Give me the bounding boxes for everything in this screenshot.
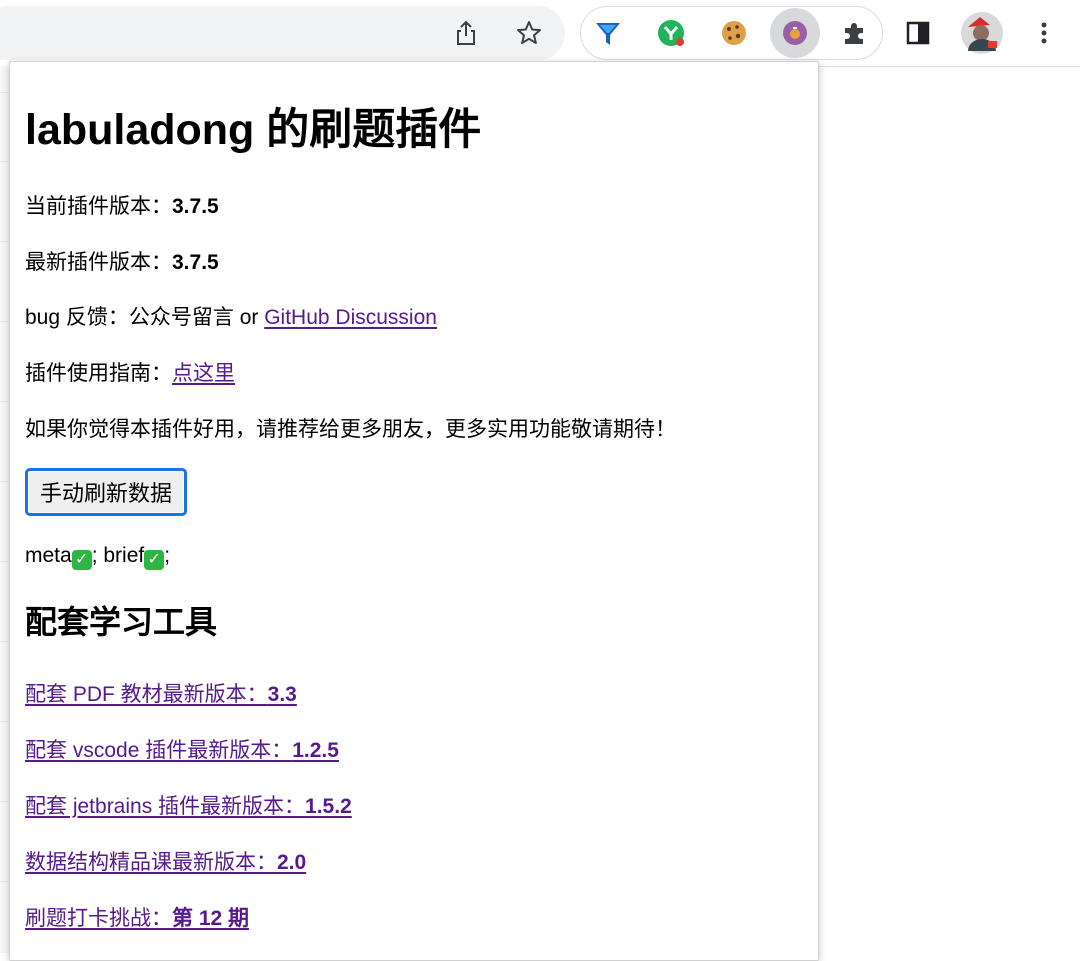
github-discussion-link[interactable]: GitHub Discussion: [264, 306, 437, 329]
tool-link-vscode-anchor[interactable]: 配套 vscode 插件最新版本：1.2.5: [25, 739, 339, 762]
status-terminator: ;: [164, 544, 171, 567]
tool-link-jetbrains[interactable]: 配套 jetbrains 插件最新版本：1.5.2: [25, 793, 352, 821]
y-extension-icon[interactable]: [651, 13, 691, 53]
brief-status-label: ; brief: [91, 544, 145, 567]
tool-label: 数据结构精品课最新版本：: [25, 851, 277, 874]
current-version-label: 当前插件版本：: [25, 195, 172, 218]
tool-link-pdf-anchor[interactable]: 配套 PDF 教材最新版本：3.3: [25, 683, 297, 706]
current-version-row: 当前插件版本：3.7.5: [25, 193, 219, 221]
bug-feedback-label: bug 反馈：公众号留言 or: [25, 306, 265, 329]
guide-link[interactable]: 点这里: [172, 362, 235, 385]
tool-value: 1.5.2: [305, 795, 352, 818]
check-icon: ✓: [144, 550, 165, 570]
popup-title: labuladong 的刷题插件: [25, 106, 482, 154]
browser-toolbar: [0, 0, 1080, 67]
tool-link-course-anchor[interactable]: 数据结构精品课最新版本：2.0: [25, 851, 306, 874]
tool-value: 3.3: [267, 683, 297, 706]
tool-link-challenge-anchor[interactable]: 刷题打卡挑战：第 12 期: [25, 907, 249, 930]
cookie-extension-icon[interactable]: [714, 13, 754, 53]
recommend-text: 如果你觉得本插件好用，请推荐给更多朋友，更多实用功能敬请期待！: [25, 418, 676, 441]
bookmark-star-icon[interactable]: [509, 13, 549, 53]
side-panel-icon[interactable]: [898, 13, 938, 53]
share-icon[interactable]: [446, 13, 486, 53]
tool-label: 配套 jetbrains 插件最新版本：: [25, 795, 306, 818]
bug-feedback-row: bug 反馈：公众号留言 or GitHub Discussion: [25, 304, 437, 332]
tool-link-pdf[interactable]: 配套 PDF 教材最新版本：3.3: [25, 681, 297, 709]
tool-label: 刷题打卡挑战：: [25, 907, 172, 930]
tool-link-course[interactable]: 数据结构精品课最新版本：2.0: [25, 849, 306, 877]
latest-version-row: 最新插件版本：3.7.5: [25, 249, 219, 277]
check-icon: ✓: [71, 550, 92, 570]
guide-row: 插件使用指南：点这里: [25, 360, 235, 388]
meta-status-label: meta: [25, 544, 72, 567]
current-version-value: 3.7.5: [172, 195, 219, 218]
tool-value: 2.0: [277, 851, 307, 874]
guide-label: 插件使用指南：: [25, 362, 172, 385]
profile-avatar[interactable]: [959, 10, 1005, 56]
refresh-data-button[interactable]: 手动刷新数据: [25, 468, 188, 516]
extension-popup: labuladong 的刷题插件 当前插件版本：3.7.5 最新插件版本：3.7…: [9, 61, 819, 961]
latest-version-label: 最新插件版本：: [25, 251, 172, 274]
tool-link-challenge[interactable]: 刷题打卡挑战：第 12 期: [25, 905, 249, 933]
status-row: meta ✓; brief ✓;: [25, 542, 170, 570]
tool-label: 配套 PDF 教材最新版本：: [25, 683, 268, 706]
leetcode-extension-icon[interactable]: [770, 8, 820, 58]
extensions-puzzle-icon[interactable]: [834, 13, 874, 53]
tool-label: 配套 vscode 插件最新版本：: [25, 739, 293, 762]
tool-value: 1.2.5: [292, 739, 339, 762]
tools-heading: 配套学习工具: [25, 604, 218, 640]
menu-kebab-icon[interactable]: [1024, 13, 1064, 53]
latest-version-value: 3.7.5: [172, 251, 219, 274]
tool-value: 第 12 期: [172, 907, 250, 930]
tool-link-jetbrains-anchor[interactable]: 配套 jetbrains 插件最新版本：1.5.2: [25, 795, 352, 818]
funnel-extension-icon[interactable]: [588, 13, 628, 53]
tool-link-vscode[interactable]: 配套 vscode 插件最新版本：1.2.5: [25, 737, 339, 765]
